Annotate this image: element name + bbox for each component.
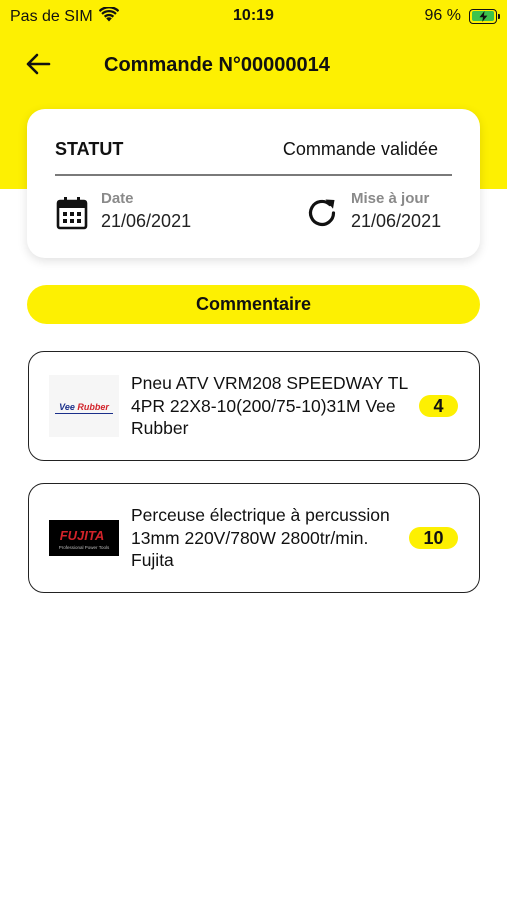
status-bar: Pas de SIM 10:19 96 %	[0, 0, 507, 32]
order-date: Date 21/06/2021	[55, 190, 191, 232]
charging-bolt-icon	[479, 10, 487, 22]
battery-percent: 96 %	[424, 7, 461, 24]
svg-text:Professional Power Tools: Professional Power Tools	[59, 545, 110, 550]
page-title: Commande N°00000014	[104, 54, 330, 76]
calendar-icon	[55, 194, 89, 232]
product-card[interactable]: Vee Rubber Pneu ATV VRM208 SPEEDWAY TL 4…	[28, 351, 480, 461]
product-name: Pneu ATV VRM208 SPEEDWAY TL 4PR 22X8-10(…	[131, 373, 408, 438]
arrow-left-icon	[25, 53, 51, 80]
divider	[55, 174, 452, 176]
product-name: Perceuse électrique à percussion 13mm 22…	[131, 505, 390, 570]
svg-text:FUJITA: FUJITA	[60, 528, 105, 543]
order-update: Mise à jour 21/06/2021	[305, 190, 441, 232]
back-button[interactable]	[22, 52, 54, 80]
svg-text:Vee Rubber: Vee Rubber	[59, 402, 109, 412]
date-value: 21/06/2021	[101, 211, 192, 231]
fujita-logo: FUJITA Professional Power Tools	[49, 507, 119, 569]
status-value: Commande validée	[282, 139, 438, 159]
update-label: Mise à jour	[351, 190, 430, 207]
nav-bar: Commande N°00000014	[0, 44, 507, 88]
quantity-badge: 10	[409, 527, 458, 549]
refresh-icon	[305, 194, 339, 232]
order-status-card: STATUT Commande validée Date 21/06/2021	[27, 109, 480, 258]
battery-icon	[469, 8, 500, 24]
update-value: 21/06/2021	[351, 211, 442, 231]
date-label: Date	[101, 190, 134, 207]
comment-button[interactable]: Commentaire	[27, 285, 480, 324]
quantity-badge: 4	[419, 395, 458, 417]
vee-rubber-logo: Vee Rubber	[49, 375, 119, 437]
status-label: STATUT	[55, 139, 124, 159]
battery-level	[471, 10, 494, 22]
battery-info: 96 %	[424, 7, 500, 25]
product-card[interactable]: FUJITA Professional Power Tools Perceuse…	[28, 483, 480, 593]
